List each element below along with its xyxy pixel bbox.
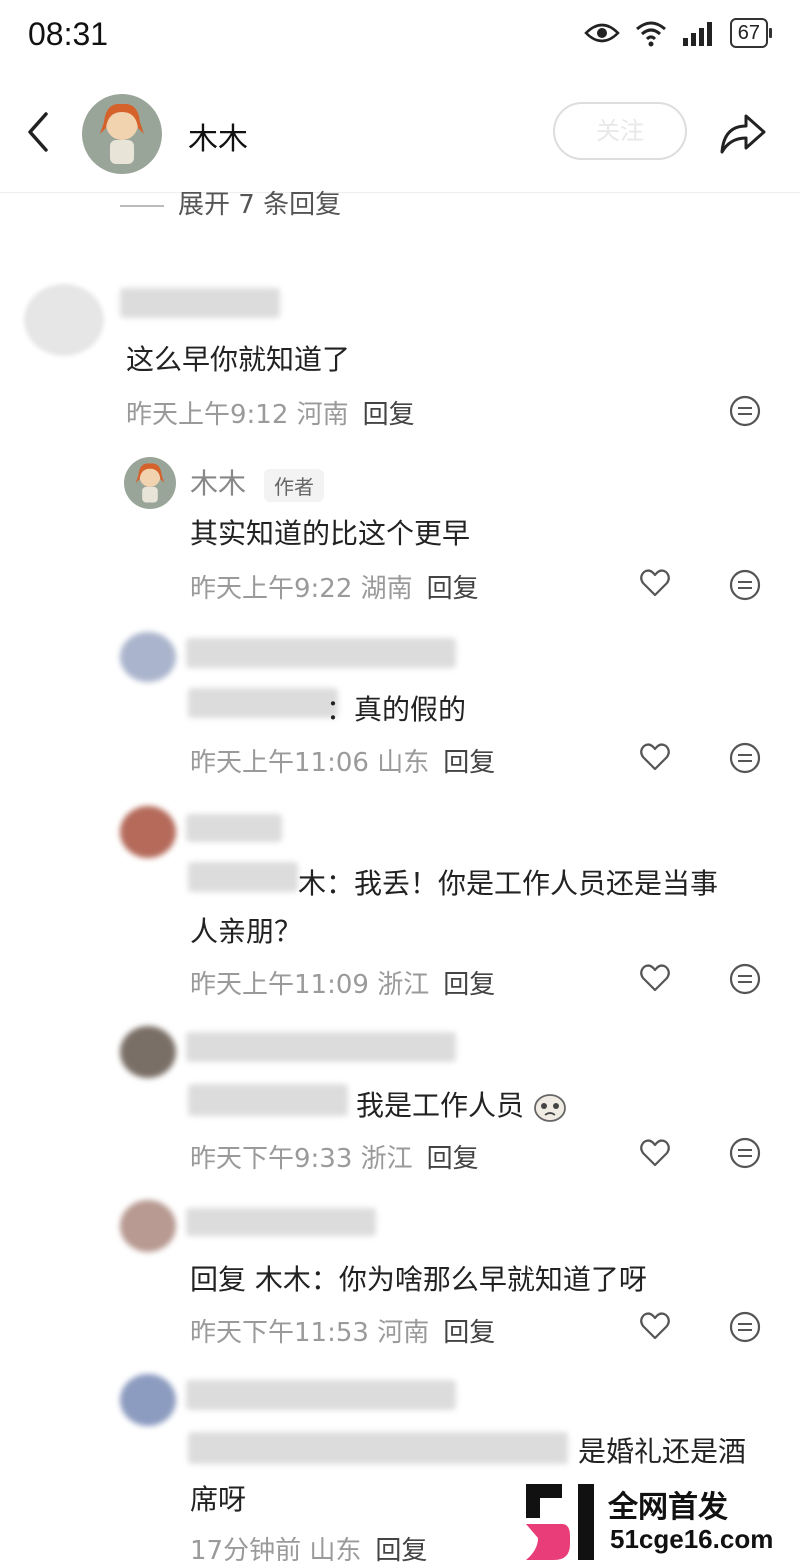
emoji-icon[interactable] [728, 962, 762, 996]
comment-location: 山东 [377, 748, 430, 778]
comment-meta: 17分钟前 山东 回复 [190, 1530, 427, 1567]
comment-location: 山东 [309, 1536, 362, 1566]
comment-location: 湖南 [360, 574, 413, 604]
avatar[interactable] [120, 632, 176, 682]
status-time: 08:31 [28, 16, 109, 52]
watermark-emblem-icon [526, 1484, 594, 1560]
watermark-text-line2: 51cge16.com [610, 1524, 774, 1554]
author-name: 木木 [188, 122, 248, 157]
reply-target-blurred [188, 862, 298, 892]
heart-icon[interactable] [638, 566, 672, 600]
comment-time: 昨天下午11:53 [190, 1318, 369, 1348]
emoji-icon[interactable] [728, 568, 762, 602]
battery-indicator: 67 [729, 18, 773, 48]
author-avatar-small[interactable] [124, 457, 176, 509]
comment-text: 这么早你就知道了 [126, 343, 351, 376]
username-blurred [186, 638, 456, 668]
comment-location: 河南 [377, 1318, 430, 1348]
status-icons: 67 [583, 18, 773, 48]
divider [120, 204, 164, 207]
emoji-icon[interactable] [728, 1136, 762, 1170]
username-blurred [186, 1380, 456, 1410]
comment-text: ：真的假的 [326, 693, 467, 726]
avatar[interactable] [120, 1026, 176, 1078]
comment-location: 浙江 [377, 970, 430, 1000]
comment-text-blurred [188, 1432, 568, 1464]
comment-text: 回复 木木：你为啥那么早就知道了呀 [190, 1263, 647, 1296]
eye-icon [583, 23, 620, 43]
comment-meta: 昨天上午11:06 山东 回复 [190, 742, 495, 779]
emoji-icon[interactable] [728, 741, 762, 775]
profile-header: 木木 关注 [0, 72, 800, 193]
comment-location: 河南 [296, 400, 349, 430]
expand-replies-link[interactable]: 展开 7 条回复 [120, 184, 341, 221]
crying-emoji-icon [534, 1094, 566, 1122]
username-blurred [186, 814, 282, 842]
comment-location: 浙江 [360, 1144, 413, 1174]
back-arrow-icon[interactable] [20, 108, 56, 156]
heart-icon[interactable] [638, 740, 672, 774]
reply-target-blurred [188, 1084, 348, 1116]
reply-button[interactable]: 回复 [375, 1536, 427, 1566]
username-blurred [186, 1208, 376, 1236]
username-blurred [186, 1032, 456, 1062]
reply-button[interactable]: 回复 [443, 748, 495, 778]
comment-meta: 昨天上午9:22 湖南 回复 [190, 568, 479, 605]
heart-icon[interactable] [638, 1309, 672, 1343]
comment-text: 其实知道的比这个更早 [190, 517, 471, 550]
author-badge: 作者 [264, 468, 325, 502]
emoji-icon[interactable] [728, 394, 762, 428]
author-avatar[interactable] [82, 94, 162, 174]
avatar[interactable] [120, 1200, 176, 1252]
reply-target-blurred [188, 688, 338, 718]
share-icon[interactable] [716, 110, 768, 158]
reply-button[interactable]: 回复 [363, 400, 415, 430]
reply-button[interactable]: 回复 [443, 970, 495, 1000]
expand-replies-label: 展开 7 条回复 [178, 190, 342, 220]
comment-text-content: 我是工作人员 [356, 1089, 525, 1122]
comment-text-line2: 人亲朋？ [190, 915, 303, 948]
heart-icon[interactable] [638, 1136, 672, 1170]
signal-icon [682, 22, 712, 46]
emoji-icon[interactable] [728, 1310, 762, 1344]
comment-time: 昨天上午11:06 [190, 748, 369, 778]
avatar[interactable] [24, 284, 104, 356]
watermark-logo: 全网首发 51cge16.com [520, 1478, 790, 1568]
comment-meta: 昨天上午11:09 浙江 回复 [190, 964, 495, 1001]
comment-meta: 昨天下午11:53 河南 回复 [190, 1312, 495, 1349]
comment-time: 昨天下午9:33 [190, 1144, 353, 1174]
comment-text-line1: 木：我丢！你是工作人员还是当事 [298, 867, 719, 900]
comment-time: 17分钟前 [190, 1536, 302, 1566]
comment-time: 昨天上午11:09 [190, 970, 369, 1000]
heart-icon[interactable] [638, 961, 672, 995]
avatar[interactable] [120, 1374, 176, 1426]
reply-button[interactable]: 回复 [427, 574, 479, 604]
reply-button[interactable]: 回复 [443, 1318, 495, 1348]
status-bar: 08:31 67 [0, 0, 800, 72]
comment-text-line1: 是婚礼还是酒 [578, 1435, 747, 1468]
follow-button[interactable]: 关注 [553, 102, 687, 160]
comment-time: 昨天上午9:12 [126, 400, 289, 430]
comment-username: 木木 作者 [190, 462, 325, 502]
comment-text-line2: 席呀 [190, 1483, 247, 1516]
watermark-text-line1: 全网首发 [608, 1490, 728, 1525]
wifi-icon [635, 21, 666, 47]
comment-time: 昨天上午9:22 [190, 574, 353, 604]
comment-meta: 昨天上午9:12 河南 回复 [126, 394, 415, 431]
reply-button[interactable]: 回复 [427, 1144, 479, 1174]
comment-meta: 昨天下午9:33 浙江 回复 [190, 1138, 479, 1175]
avatar[interactable] [120, 806, 176, 858]
comment-text: 我是工作人员 [356, 1084, 567, 1124]
author-name-small: 木木 [190, 467, 247, 500]
username-blurred [120, 288, 280, 318]
